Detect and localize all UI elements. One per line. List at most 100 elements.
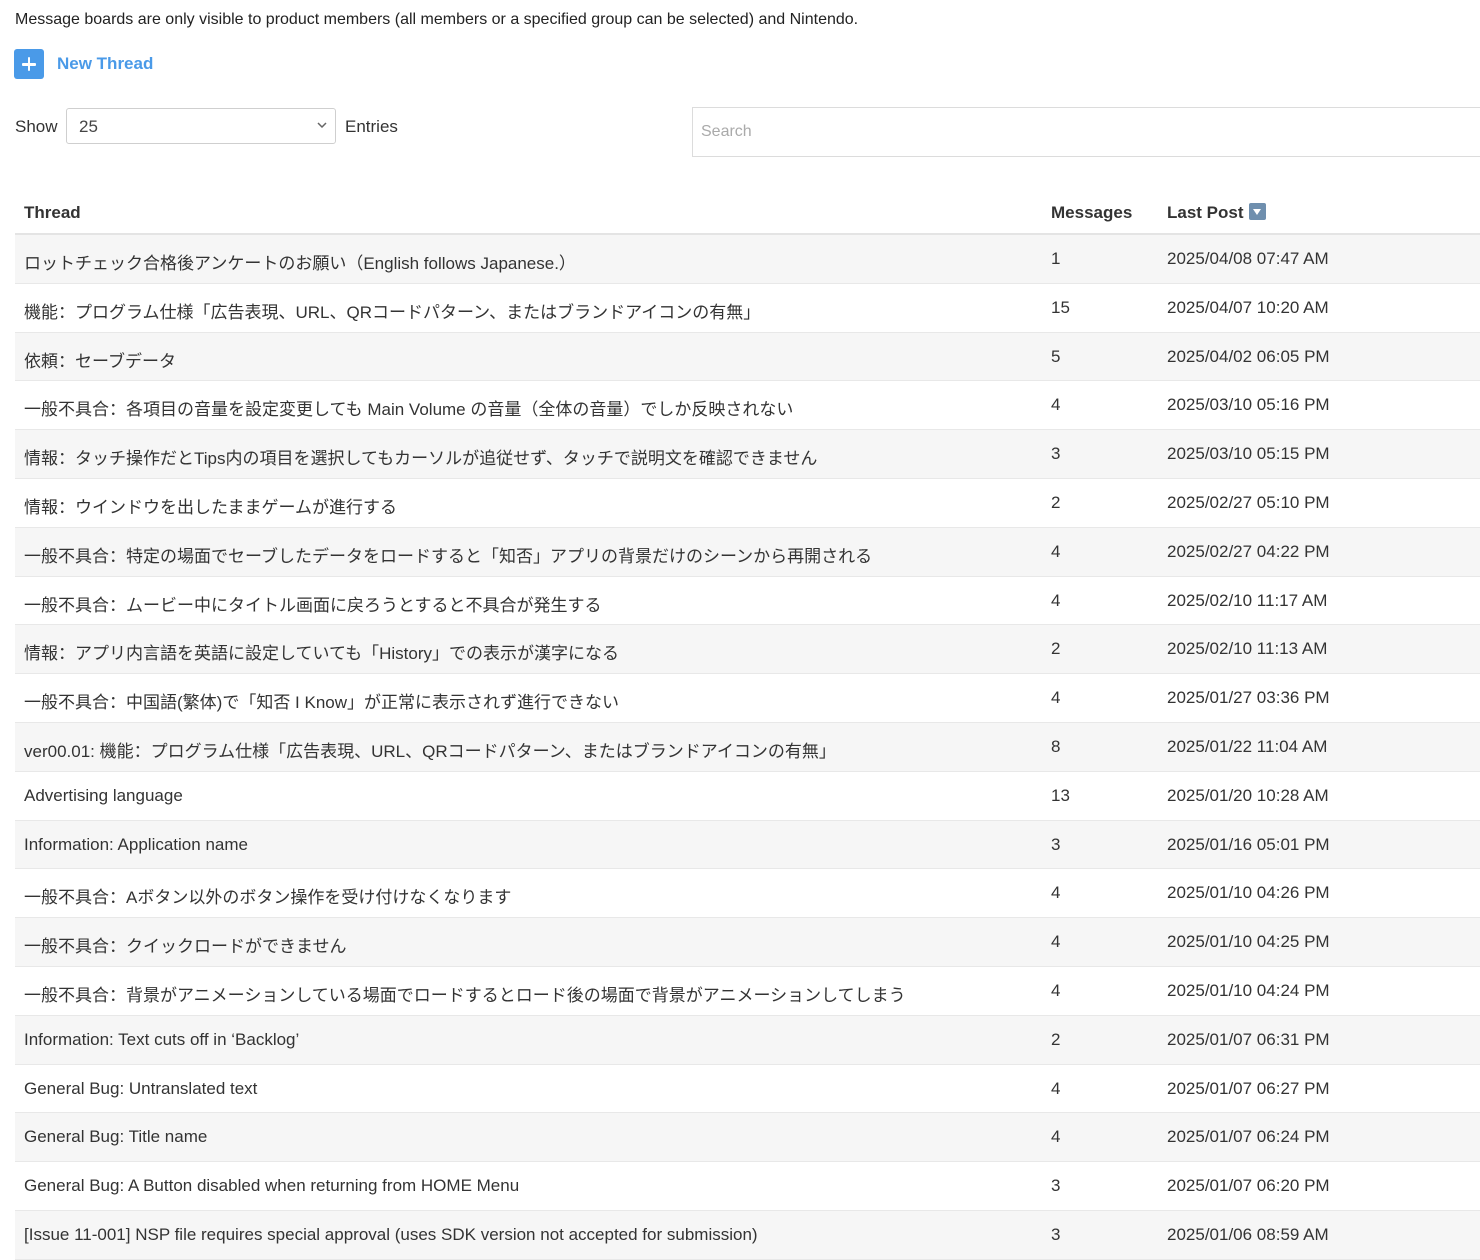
message-count: 3 xyxy=(1051,1176,1061,1196)
search-input[interactable] xyxy=(692,107,1480,157)
table-row[interactable]: Advertising language 13 2025/01/20 10:28 A… xyxy=(15,771,1480,821)
threads-table-body: ロットチェック合格後アンケートのお願い（English follows Japa… xyxy=(15,235,1480,1260)
thread-title[interactable]: Information: Application name xyxy=(24,835,248,855)
column-header-last-post[interactable]: Last Post xyxy=(1167,203,1266,223)
table-row[interactable]: Information: Application name 3 2025/01/16… xyxy=(15,820,1480,870)
last-post-date: 2025/01/20 10:28 AM xyxy=(1167,785,1329,805)
show-label: Show xyxy=(15,117,58,136)
message-count: 3 xyxy=(1051,834,1061,854)
thread-title[interactable]: 情報：ウインドウを出したままゲームが進行する xyxy=(24,493,397,518)
new-thread-button[interactable]: New Thread xyxy=(14,49,153,79)
thread-title[interactable]: ver00.01: 機能：プログラム仕様「広告表現、URL、QRコードパターン、… xyxy=(24,737,836,762)
table-row[interactable]: 一般不具合：中国語(繁体)で「知否 I Know」が正常に表示されず進行できない… xyxy=(15,674,1480,723)
thread-title[interactable]: Information: Text cuts off in ‘Backlog’ xyxy=(24,1030,299,1050)
table-row[interactable]: ロットチェック合格後アンケートのお願い（English follows Japa… xyxy=(15,235,1480,284)
thread-title[interactable]: 機能：プログラム仕様「広告表現、URL、QRコードパターン、またはブランドアイコ… xyxy=(24,298,760,323)
column-header-messages[interactable]: Messages xyxy=(1051,203,1132,223)
message-count: 2 xyxy=(1051,639,1061,659)
message-count: 3 xyxy=(1051,1224,1061,1244)
table-row[interactable]: 一般不具合：クイックロードができません 4 2025/01/10 04:25 PM xyxy=(15,918,1480,967)
board-notice: Message boards are only visible to produ… xyxy=(15,11,859,28)
table-row[interactable]: 一般不具合：各項目の音量を設定変更しても Main Volume の音量（全体の… xyxy=(15,381,1480,431)
message-count: 8 xyxy=(1051,736,1061,756)
last-post-date: 2025/01/16 05:01 PM xyxy=(1167,834,1330,854)
message-count: 4 xyxy=(1051,590,1061,610)
message-count: 5 xyxy=(1051,346,1061,366)
message-count: 4 xyxy=(1051,980,1061,1000)
last-post-date: 2025/04/07 10:20 AM xyxy=(1167,297,1329,317)
last-post-date: 2025/01/22 11:04 AM xyxy=(1167,736,1328,756)
message-count: 2 xyxy=(1051,1029,1061,1049)
last-post-date: 2025/04/02 06:05 PM xyxy=(1167,346,1330,366)
table-header: Thread Messages Last Post xyxy=(15,187,1480,235)
thread-title[interactable]: 一般不具合：特定の場面でセーブしたデータをロードすると「知否」アプリの背景だけの… xyxy=(24,542,872,567)
thread-title[interactable]: 一般不具合：ムービー中にタイトル画面に戻ろうとすると不具合が発生する xyxy=(24,591,602,616)
message-count: 13 xyxy=(1051,785,1070,805)
sort-descending-icon[interactable] xyxy=(1248,203,1266,220)
column-header-last-post-label: Last Post xyxy=(1167,203,1244,222)
last-post-date: 2025/01/10 04:26 PM xyxy=(1167,883,1330,903)
table-row[interactable]: 機能：プログラム仕様「広告表現、URL、QRコードパターン、またはブランドアイコ… xyxy=(15,283,1480,333)
last-post-date: 2025/01/10 04:25 PM xyxy=(1167,932,1330,952)
message-count: 15 xyxy=(1051,297,1070,317)
table-row[interactable]: 一般不具合：ムービー中にタイトル画面に戻ろうとすると不具合が発生する 4 2025/… xyxy=(15,576,1480,626)
message-count: 4 xyxy=(1051,1127,1061,1147)
last-post-date: 2025/02/27 05:10 PM xyxy=(1167,492,1330,512)
thread-title[interactable]: 一般不具合：背景がアニメーションしている場面でロードするとロード後の場面で背景が… xyxy=(24,981,906,1006)
last-post-date: 2025/01/07 06:27 PM xyxy=(1167,1078,1330,1098)
table-row[interactable]: [Issue 11-001] NSP file requires special… xyxy=(15,1210,1480,1260)
message-count: 4 xyxy=(1051,688,1061,708)
last-post-date: 2025/02/10 11:13 AM xyxy=(1167,639,1328,659)
last-post-date: 2025/01/07 06:24 PM xyxy=(1167,1127,1330,1147)
thread-title[interactable]: General Bug: Untranslated text xyxy=(24,1079,257,1099)
message-count: 4 xyxy=(1051,1078,1061,1098)
table-row[interactable]: 情報：アプリ内言語を英語に設定していても「History」での表示が漢字になる 2… xyxy=(15,625,1480,675)
last-post-date: 2025/02/27 04:22 PM xyxy=(1167,541,1330,561)
thread-title[interactable]: 一般不具合：中国語(繁体)で「知否 I Know」が正常に表示されず進行できない xyxy=(24,688,619,713)
last-post-date: 2025/01/07 06:31 PM xyxy=(1167,1029,1330,1049)
table-row[interactable]: Information: Text cuts off in ‘Backlog’ 2… xyxy=(15,1015,1480,1065)
thread-title[interactable]: General Bug: Title name xyxy=(24,1127,207,1147)
table-row[interactable]: 情報：ウインドウを出したままゲームが進行する 2 2025/02/27 05:10 … xyxy=(15,478,1480,528)
table-row[interactable]: 情報：タッチ操作だとTips内の項目を選択してもカーソルが追従せず、タッチで説明… xyxy=(15,430,1480,479)
entries-label: Entries xyxy=(345,117,398,136)
message-count: 4 xyxy=(1051,932,1061,952)
new-thread-label: New Thread xyxy=(57,54,154,73)
thread-title[interactable]: Advertising language xyxy=(24,786,183,806)
thread-title[interactable]: 情報：アプリ内言語を英語に設定していても「History」での表示が漢字になる xyxy=(24,639,619,664)
last-post-date: 2025/01/27 03:36 PM xyxy=(1167,688,1330,708)
last-post-date: 2025/01/10 04:24 PM xyxy=(1167,980,1330,1000)
chevron-down-icon xyxy=(317,122,327,129)
message-count: 3 xyxy=(1051,444,1061,464)
table-row[interactable]: General Bug: Title name 4 2025/01/07 06:24… xyxy=(15,1113,1480,1163)
table-row[interactable]: General Bug: Untranslated text 4 2025/01/0… xyxy=(15,1064,1480,1114)
last-post-date: 2025/03/10 05:16 PM xyxy=(1167,395,1330,415)
table-row[interactable]: General Bug: A Button disabled when retu… xyxy=(15,1162,1480,1211)
table-row[interactable]: ver00.01: 機能：プログラム仕様「広告表現、URL、QRコードパターン、… xyxy=(15,722,1480,772)
message-count: 4 xyxy=(1051,883,1061,903)
last-post-date: 2025/01/07 06:20 PM xyxy=(1167,1176,1330,1196)
table-row[interactable]: 一般不具合：Aボタン以外のボタン操作を受け付けなくなります 4 2025/01/10… xyxy=(15,869,1480,919)
plus-icon xyxy=(14,49,44,79)
table-row[interactable]: 一般不具合：背景がアニメーションしている場面でロードするとロード後の場面で背景が… xyxy=(15,966,1480,1016)
last-post-date: 2025/02/10 11:17 AM xyxy=(1167,590,1328,610)
thread-title[interactable]: 一般不具合：各項目の音量を設定変更しても Main Volume の音量（全体の… xyxy=(24,395,793,420)
last-post-date: 2025/04/08 07:47 AM xyxy=(1167,249,1329,268)
thread-title[interactable]: 一般不具合：Aボタン以外のボタン操作を受け付けなくなります xyxy=(24,883,511,908)
last-post-date: 2025/01/06 08:59 AM xyxy=(1167,1224,1329,1244)
thread-title[interactable]: 依頼：セーブデータ xyxy=(24,347,176,372)
message-count: 1 xyxy=(1051,249,1061,268)
message-count: 4 xyxy=(1051,541,1061,561)
table-row[interactable]: 依頼：セーブデータ 5 2025/04/02 06:05 PM xyxy=(15,332,1480,382)
table-row[interactable]: 一般不具合：特定の場面でセーブしたデータをロードすると「知否」アプリの背景だけの… xyxy=(15,527,1480,577)
message-count: 4 xyxy=(1051,395,1061,415)
thread-title[interactable]: 情報：タッチ操作だとTips内の項目を選択してもカーソルが追従せず、タッチで説明… xyxy=(24,444,817,469)
column-header-thread[interactable]: Thread xyxy=(24,203,81,223)
last-post-date: 2025/03/10 05:15 PM xyxy=(1167,444,1330,464)
entries-per-page-select[interactable]: 25 xyxy=(66,108,336,144)
message-count: 2 xyxy=(1051,492,1061,512)
thread-title[interactable]: 一般不具合：クイックロードができません xyxy=(24,932,347,957)
thread-title[interactable]: General Bug: A Button disabled when retu… xyxy=(24,1176,519,1196)
thread-title[interactable]: [Issue 11-001] NSP file requires special… xyxy=(24,1225,758,1245)
thread-title[interactable]: ロットチェック合格後アンケートのお願い（English follows Japa… xyxy=(24,249,576,274)
